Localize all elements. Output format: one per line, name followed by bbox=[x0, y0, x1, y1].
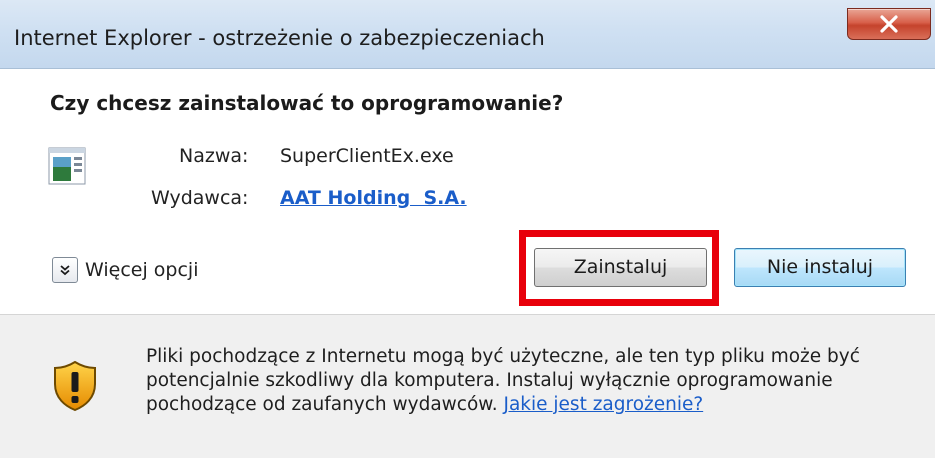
publisher-label: Wydawca: bbox=[151, 187, 249, 209]
file-name-value: SuperClientEx.exe bbox=[280, 145, 454, 167]
warning-text: Pliki pochodzące z Internetu mogą być uż… bbox=[146, 345, 906, 417]
risk-info-link[interactable]: Jakie jest zagrożenie? bbox=[504, 394, 704, 415]
install-button[interactable]: Zainstaluj bbox=[534, 248, 707, 287]
publisher-link[interactable]: AAT Holding S.A. bbox=[280, 187, 467, 209]
close-icon bbox=[880, 15, 898, 33]
name-label: Nazwa: bbox=[179, 145, 249, 167]
dont-install-button[interactable]: Nie instaluj bbox=[734, 248, 906, 287]
install-question: Czy chcesz zainstalować to oprogramowani… bbox=[50, 91, 564, 115]
close-button[interactable] bbox=[847, 8, 931, 40]
warning-footer: Pliki pochodzące z Internetu mogą być uż… bbox=[0, 315, 935, 458]
shield-warning-icon bbox=[54, 360, 96, 412]
application-icon bbox=[48, 147, 86, 185]
title-bar[interactable]: Internet Explorer - ostrzeżenie o zabezp… bbox=[0, 0, 935, 69]
window-title: Internet Explorer - ostrzeżenie o zabezp… bbox=[14, 26, 545, 50]
more-options-toggle[interactable] bbox=[52, 257, 78, 283]
security-warning-dialog: Internet Explorer - ostrzeżenie o zabezp… bbox=[0, 0, 935, 458]
chevron-down-icon bbox=[60, 265, 70, 276]
dialog-body: Czy chcesz zainstalować to oprogramowani… bbox=[14, 69, 935, 314]
more-options-label[interactable]: Więcej opcji bbox=[85, 259, 198, 281]
